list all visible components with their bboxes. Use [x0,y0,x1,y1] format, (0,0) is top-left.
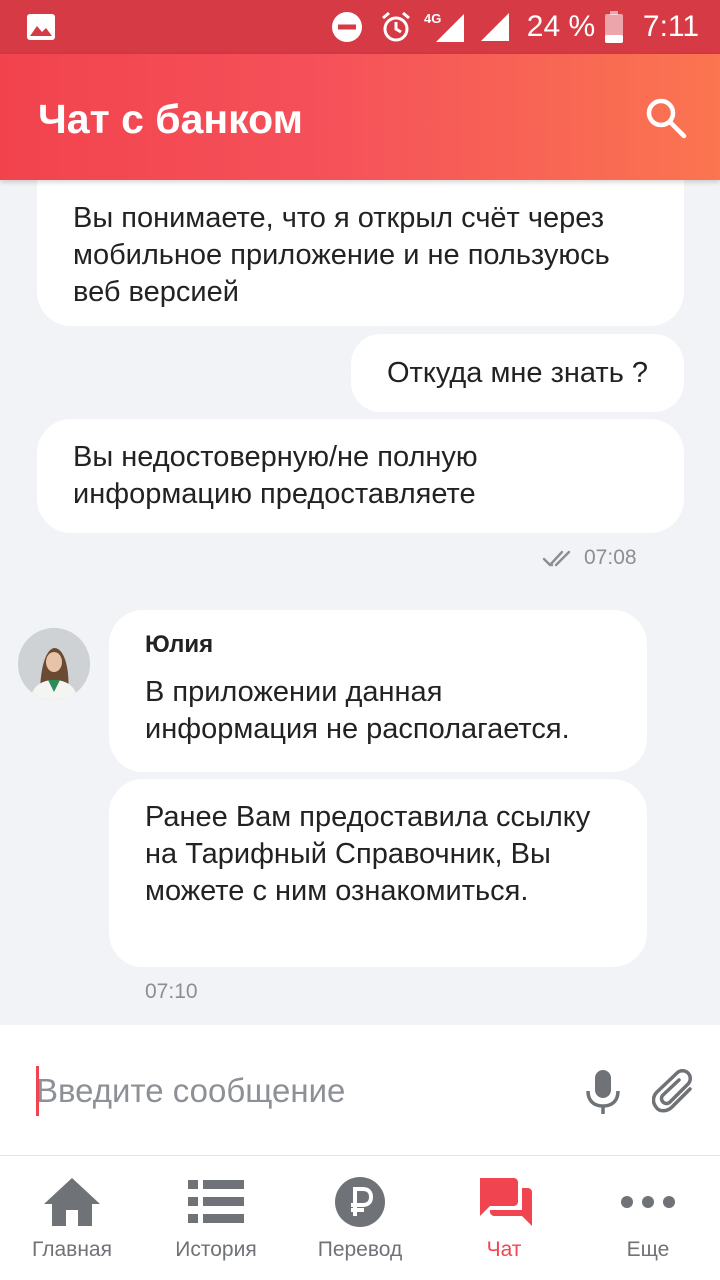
nav-item-more[interactable]: Еще [576,1156,720,1280]
message-input[interactable] [36,1065,556,1117]
nav-item-history[interactable]: История [144,1156,288,1280]
battery-percent: 24 % [526,10,596,43]
message-text: Вы понимаете, что я открыл счёт через мо… [73,202,610,308]
search-icon[interactable] [644,96,688,140]
message-bubble-user: Вы понимаете, что я открыл счёт через мо… [37,180,684,326]
more-icon [621,1196,675,1208]
battery-icon [602,0,626,54]
message-composer [0,1025,720,1155]
message-time: 07:08 [584,546,637,569]
app-bar: Чат с банком [0,54,720,180]
message-time: 07:10 [145,980,198,1003]
agent-avatar[interactable] [18,628,90,700]
message-bubble-agent: Ранее Вам предоставила ссылку на Тарифны… [109,779,647,967]
nav-label: Чат [486,1238,522,1261]
alarm-icon [378,0,414,54]
status-bar: 4G 24 % 7:11 [0,0,720,54]
gallery-notification-icon [27,14,55,40]
nav-item-home[interactable]: Главная [0,1156,144,1280]
text-cursor [36,1066,39,1116]
nav-item-chat[interactable]: Чат [432,1156,576,1280]
attach-icon[interactable] [652,1069,698,1115]
nav-label: Главная [32,1238,112,1261]
double-check-icon [542,550,571,567]
message-text: Вы недостоверную/не полную информацию пр… [73,441,478,510]
ruble-icon [335,1177,385,1227]
message-text: Откуда мне знать ? [386,357,648,389]
nav-item-transfer[interactable]: Перевод [288,1156,432,1280]
home-icon [44,1178,100,1226]
svg-text:4G: 4G [424,11,441,26]
nav-label: История [175,1238,257,1261]
nav-label: Перевод [317,1238,403,1261]
message-text: Ранее Вам предоставила ссылку на Тарифны… [145,801,591,907]
signal-icon [476,0,512,54]
agent-name: Юлия [145,631,214,658]
message-bubble-user: Вы недостоверную/не полную информацию пр… [37,419,684,533]
do-not-disturb-icon [330,0,364,54]
nav-label: Еще [626,1238,670,1261]
message-bubble-agent: Юлия В приложении данная информация не р… [109,610,647,772]
clock: 7:11 [642,10,700,43]
message-bubble-user: Откуда мне знать ? [350,334,684,412]
microphone-icon[interactable] [584,1069,622,1115]
message-text: В приложении данная информация не распол… [145,676,570,745]
list-icon [188,1180,244,1223]
chat-icon [480,1178,532,1226]
chat-messages[interactable]: Вы понимаете, что я открыл счёт через мо… [0,180,720,1025]
page-title: Чат с банком [38,96,303,142]
bottom-navigation: Главная История Перевод Чат Еще [0,1155,720,1280]
signal-4g-icon: 4G [424,0,466,54]
